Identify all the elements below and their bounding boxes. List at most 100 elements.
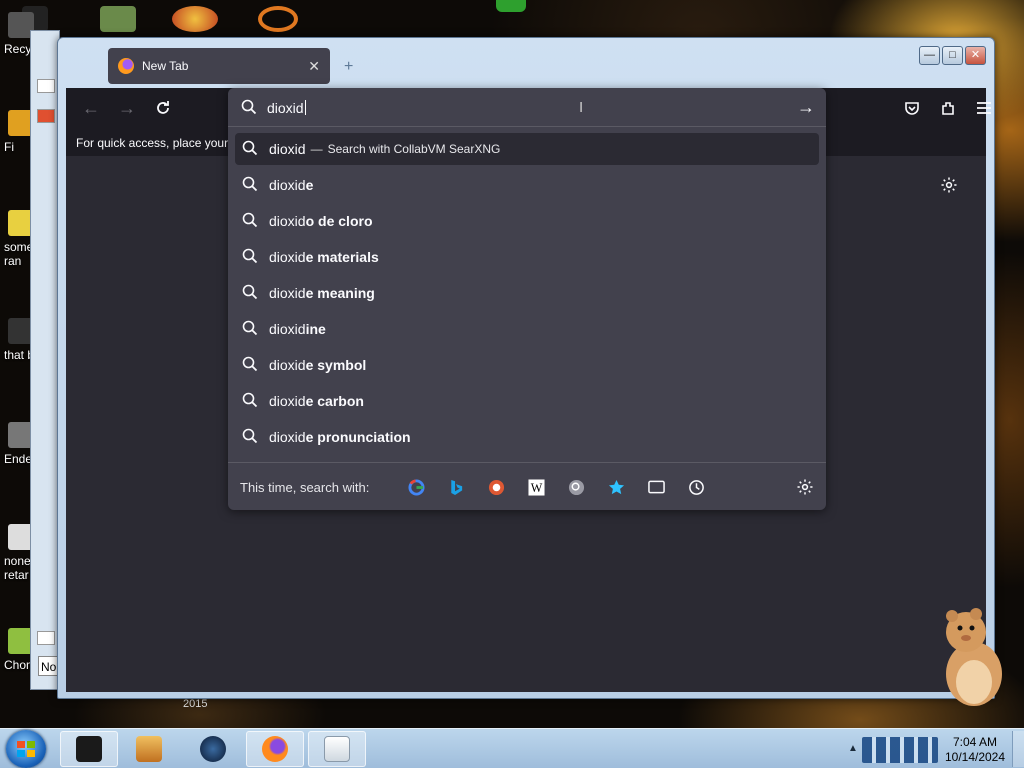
show-desktop-button[interactable] (1012, 731, 1024, 767)
desktop-label-2015: 2015 (183, 698, 208, 710)
desktop-icon-top-5[interactable] (496, 0, 526, 12)
clock[interactable]: 7:04 AM 10/14/2024 (940, 735, 1010, 765)
svg-text:W: W (530, 481, 542, 495)
suggestion-completion: e (305, 177, 314, 193)
taskbar-firefox[interactable] (246, 731, 304, 767)
globe-icon (200, 736, 226, 762)
reload-icon[interactable] (151, 96, 175, 120)
suggestion-completion: e pronunciation (305, 429, 411, 445)
background-window[interactable] (30, 30, 60, 690)
forward-arrow-icon[interactable]: → (115, 96, 139, 120)
suggestion-typed-text: dioxid (269, 357, 306, 373)
suggestion-completion: ine (305, 321, 326, 337)
search-icon (242, 248, 258, 267)
google-icon[interactable] (396, 477, 436, 497)
suggestion-typed-text: dioxid (269, 285, 306, 301)
bookmarks-star-icon[interactable] (596, 477, 636, 497)
suggestion-completion: e meaning (305, 285, 375, 301)
close-button[interactable]: ✕ (965, 46, 986, 65)
suggestion-typed-text: dioxid (269, 249, 306, 265)
start-button[interactable] (6, 730, 46, 768)
hamster-image (936, 604, 1008, 708)
suggestion-engine-action: Search with CollabVM SearXNG (327, 142, 501, 156)
taskbar-notepad[interactable] (308, 731, 366, 767)
clock-date: 10/14/2024 (944, 750, 1006, 764)
search-icon (242, 140, 258, 159)
minimize-button[interactable]: — (919, 46, 940, 65)
pocket-icon[interactable] (900, 96, 924, 120)
suggestion-item[interactable]: dioxid o de cloro (235, 203, 819, 239)
suggestion-item[interactable]: dioxid e meaning (235, 275, 819, 311)
notepad-icon (324, 736, 350, 762)
suggestion-completion: e carbon (305, 393, 364, 409)
suggestion-typed-text: dioxid (269, 429, 306, 445)
suggestion-typed-text: dioxid (269, 177, 306, 193)
suggestion-typed-text: dioxid (269, 213, 306, 229)
go-arrow-icon[interactable]: → (797, 97, 815, 118)
firefox-icon (262, 736, 288, 762)
one-off-search-bar: This time, search with: W (228, 462, 826, 510)
windows-logo-icon (17, 741, 35, 757)
search-icon (242, 176, 258, 195)
search-settings-gear-icon[interactable] (796, 478, 814, 501)
dark-box-icon (76, 736, 102, 762)
tab-close-icon[interactable]: ✕ (308, 58, 320, 75)
tray-expand-icon[interactable]: ▲ (848, 743, 858, 754)
suggestion-completion: e materials (305, 249, 379, 265)
tray-icons[interactable] (862, 737, 938, 763)
searxng-icon[interactable] (556, 477, 596, 497)
suggestion-item[interactable]: dioxid ine (235, 311, 819, 347)
menu-hamburger-icon[interactable] (972, 96, 996, 120)
suggestion-item[interactable]: dioxid — Search with CollabVM SearXNG (235, 133, 819, 165)
search-icon (241, 99, 257, 120)
page-settings-gear-icon[interactable] (940, 176, 958, 194)
search-icon (242, 356, 258, 375)
suggestion-item[interactable]: dioxid e materials (235, 239, 819, 275)
search-icon (242, 284, 258, 303)
suggestion-completion: o de cloro (305, 213, 373, 229)
bing-icon[interactable] (436, 477, 476, 497)
wikipedia-icon[interactable]: W (516, 477, 556, 497)
suggestion-completion: e symbol (305, 357, 367, 373)
taskbar: ▲ 7:04 AM 10/14/2024 (0, 728, 1024, 768)
search-icon (242, 320, 258, 339)
bookmarks-hint: For quick access, place your b (76, 136, 239, 150)
address-input[interactable]: dioxid (267, 100, 306, 116)
taskbar-app-1[interactable] (60, 731, 118, 767)
tab-new-tab[interactable]: New Tab ✕ (108, 48, 330, 84)
background-window-label: No (38, 656, 58, 676)
desktop-icon-top-3[interactable] (172, 6, 218, 32)
search-icon (242, 428, 258, 447)
back-arrow-icon[interactable]: ← (79, 96, 103, 120)
taskbar-app-2[interactable] (120, 731, 178, 767)
desktop-icon-top-2[interactable] (100, 6, 136, 32)
maximize-button[interactable]: □ (942, 46, 963, 65)
title-bar[interactable]: New Tab ✕ + — □ ✕ (58, 38, 994, 88)
suggestion-item[interactable]: dioxid e pronunciation (235, 419, 819, 455)
suggestion-item[interactable]: dioxid e symbol (235, 347, 819, 383)
suggestion-list: dioxid — Search with CollabVM SearXNG dioxi… (235, 133, 819, 455)
suggestion-separator: — (310, 142, 323, 156)
search-with-label: This time, search with: (240, 480, 370, 495)
search-icon (242, 392, 258, 411)
suggestion-item[interactable]: dioxid e carbon (235, 383, 819, 419)
suggestion-typed-text: dioxid (269, 141, 306, 157)
address-bar[interactable]: dioxid I → (228, 88, 826, 126)
search-icon (242, 212, 258, 231)
new-tab-plus-icon[interactable]: + (344, 58, 353, 76)
duckduckgo-icon[interactable] (476, 477, 516, 497)
suggestion-typed-text: dioxid (269, 393, 306, 409)
firefox-icon (118, 58, 134, 74)
desktop-icon-top-4[interactable] (258, 6, 298, 32)
clock-time: 7:04 AM (952, 735, 998, 749)
system-tray: ▲ 7:04 AM 10/14/2024 (840, 731, 1024, 767)
taskbar-app-3[interactable] (184, 731, 242, 767)
tab-title: New Tab (142, 59, 189, 73)
history-icon[interactable] (676, 477, 716, 497)
tabs-icon[interactable] (636, 477, 676, 497)
text-cursor-icon: I (579, 99, 584, 116)
suggestion-item[interactable]: dioxid e (235, 167, 819, 203)
extensions-icon[interactable] (936, 96, 960, 120)
url-dropdown-panel: dioxid I → dioxid — Search with CollabVM S… (228, 88, 826, 510)
suggestion-typed-text: dioxid (269, 321, 306, 337)
